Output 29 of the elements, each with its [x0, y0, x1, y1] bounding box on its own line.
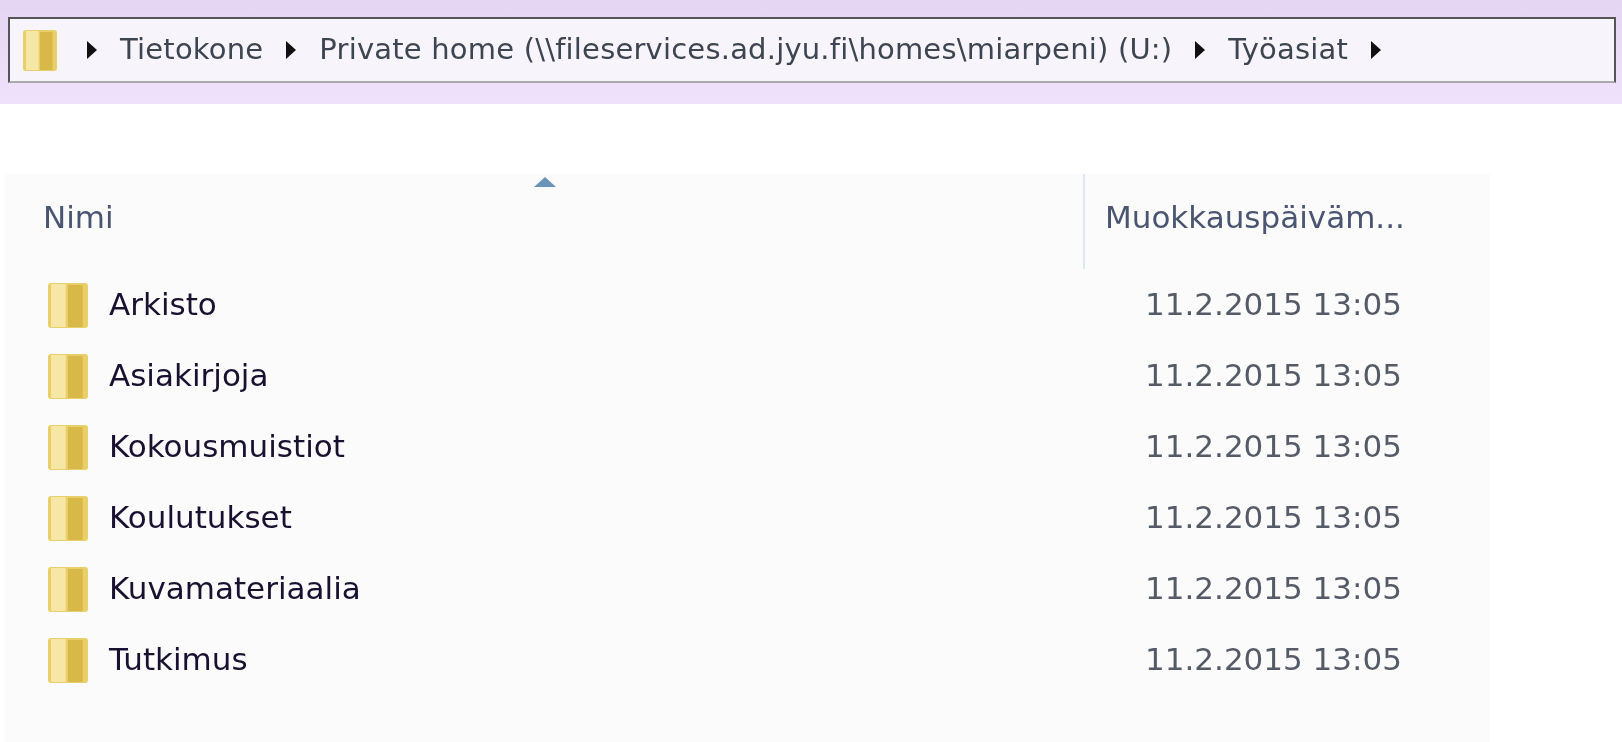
breadcrumb-item[interactable]: Tietokone	[98, 28, 286, 72]
date-modified: 11.2.2015 13:05	[1145, 428, 1402, 465]
file-name[interactable]: Kuvamateriaalia	[109, 565, 361, 612]
date-modified: 11.2.2015 13:05	[1145, 641, 1402, 678]
arrow-icon[interactable]	[1370, 40, 1383, 60]
folder-icon	[47, 422, 89, 471]
date-modified: 11.2.2015 13:05	[1145, 286, 1402, 323]
folder-icon	[47, 564, 89, 613]
folder-icon	[47, 351, 89, 400]
file-name[interactable]: Kokousmuistiot	[109, 423, 345, 470]
folder-icon	[47, 280, 89, 329]
arrow-icon[interactable]	[1194, 40, 1207, 60]
breadcrumb-item[interactable]: Työasiat	[1206, 28, 1371, 72]
file-name[interactable]: Asiakirjoja	[109, 352, 269, 399]
column-header[interactable]: Muokkauspäiväm...	[1083, 174, 1405, 269]
file-name[interactable]: Koulutukset	[109, 494, 292, 541]
address-bar[interactable]: Tietokone Private home (\\fileservices.ad.jyu.fi\homes\miarpeni) (U:) Työasiat	[8, 17, 1616, 83]
arrow-icon[interactable]	[86, 40, 98, 60]
date-modified: 11.2.2015 13:05	[1145, 499, 1402, 536]
folder-icon	[22, 28, 58, 72]
column-header[interactable]: Nimi	[5, 174, 1083, 269]
file-name[interactable]: Arkisto	[109, 281, 217, 328]
folder-icon	[47, 493, 89, 542]
file-name[interactable]: Tutkimus	[109, 636, 248, 683]
date-modified: 11.2.2015 13:05	[1145, 357, 1402, 394]
breadcrumb-item[interactable]: Private home (\\fileservices.ad.jyu.fi\homes\miarpeni) (U:)	[297, 28, 1195, 72]
date-modified: 11.2.2015 13:05	[1145, 570, 1402, 607]
arrow-icon[interactable]	[285, 40, 298, 60]
folder-icon	[47, 635, 89, 684]
